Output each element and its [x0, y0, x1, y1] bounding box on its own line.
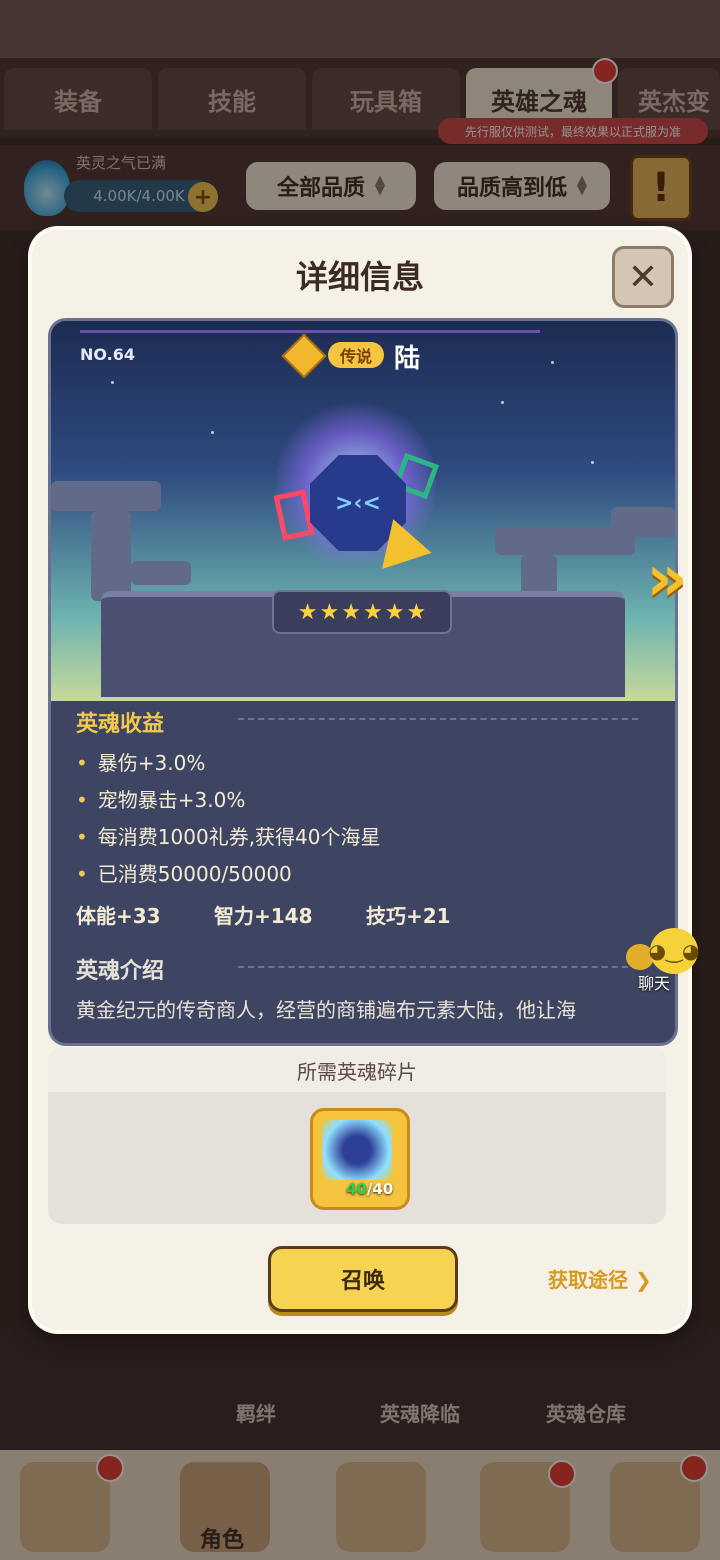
divider	[238, 966, 638, 968]
star-icon: ★	[384, 599, 405, 625]
stat-stamina: 体能+33	[76, 904, 161, 928]
intro-text: 黄金纪元的传奇商人，经营的商铺遍布元素大陆，他让海	[76, 998, 576, 1022]
fragment-required: /40	[366, 1180, 394, 1198]
fragment-owned: 40	[346, 1180, 367, 1198]
star-rating: ★ ★ ★ ★ ★ ★	[272, 590, 452, 634]
summon-button[interactable]: 召唤	[268, 1246, 458, 1312]
obtain-source-label: 获取途径	[548, 1268, 628, 1292]
stone-slab	[131, 561, 191, 585]
benefit-item: 暴伤+3.0%	[76, 747, 206, 776]
chevron-right-icon: ❯	[634, 1268, 652, 1292]
hero-name: 陆	[394, 344, 421, 374]
chat-label[interactable]: 聊天	[638, 970, 670, 994]
benefit-item: 宠物暴击+3.0%	[76, 784, 246, 813]
stat-intelligence: 智力+148	[214, 904, 313, 928]
next-hero-arrow-icon[interactable]: »	[634, 542, 700, 616]
benefit-item: 每消费1000礼券,获得40个海星	[76, 821, 381, 850]
star-icon: ★	[406, 599, 427, 625]
stone-slab	[51, 481, 161, 511]
star-icon: ★	[319, 599, 340, 625]
fragment-title: 所需英魂碎片	[48, 1048, 666, 1092]
close-button[interactable]: ✕	[612, 246, 674, 308]
stat-skill: 技巧+21	[366, 904, 451, 928]
benefit-item: 已消费50000/50000	[76, 858, 292, 887]
star-dot	[501, 401, 504, 404]
divider	[238, 718, 638, 720]
chat-face-icon[interactable]: ◕‿◕	[649, 928, 700, 974]
intro-title: 英魂介绍	[76, 959, 165, 984]
star-icon: ★	[297, 599, 318, 625]
hero-number: NO.64	[80, 345, 135, 364]
benefit-title: 英魂收益	[76, 712, 165, 737]
soul-fragment-icon	[322, 1120, 392, 1180]
star-dot	[111, 381, 114, 384]
altar-rune-line	[80, 330, 540, 333]
star-dot	[551, 361, 554, 364]
stone-slab	[611, 507, 675, 537]
stone-pillar	[91, 511, 131, 601]
star-icon: ★	[363, 599, 383, 625]
star-icon: ★	[341, 599, 361, 625]
star-dot	[211, 431, 214, 434]
obtain-source-link[interactable]: 获取途径 ❯	[548, 1264, 652, 1293]
star-dot	[591, 461, 594, 464]
fragment-count: 40/40	[346, 1180, 393, 1198]
rarity-badge: 传说	[328, 342, 384, 368]
